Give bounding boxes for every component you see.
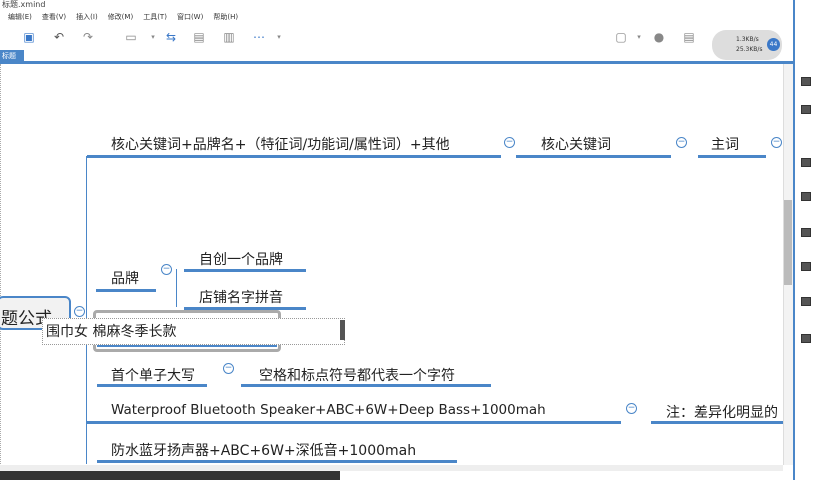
topic-underline xyxy=(97,384,207,387)
summary-icon[interactable]: ▥ xyxy=(222,30,236,44)
comment-icon[interactable] xyxy=(801,297,811,306)
topic-chinese-title[interactable]: 防水蓝牙扬声器+ABC+6W+深低音+1000mah xyxy=(111,440,416,460)
topic-brand[interactable]: 品牌 xyxy=(111,268,139,288)
topic-store-pinyin[interactable]: 店铺名字拼音 xyxy=(199,287,283,307)
topic-underline xyxy=(87,421,621,424)
idea-icon[interactable]: ● xyxy=(652,30,666,44)
topic-underline xyxy=(698,155,766,158)
calendar-icon[interactable] xyxy=(801,262,811,271)
bottom-bar xyxy=(0,471,340,480)
relationship-icon[interactable]: ⇆ xyxy=(164,30,178,44)
topic-underline xyxy=(184,269,306,272)
menu-window[interactable]: 窗口(W) xyxy=(177,12,203,22)
topic-edit-text: 围巾女 棉麻冬季长款 xyxy=(46,324,177,340)
collapse-icon[interactable]: − xyxy=(74,306,85,317)
topic-formula[interactable]: 核心关键词+品牌名+（特征词/功能词/属性词）+其他 xyxy=(111,134,450,154)
topic-underline xyxy=(516,155,671,158)
topic-capitalize[interactable]: 首个单子大写 xyxy=(111,365,195,385)
boundary-icon[interactable]: ▤ xyxy=(192,30,206,44)
menu-modify[interactable]: 修改(M) xyxy=(108,12,134,22)
connector-line xyxy=(176,269,177,307)
collapse-icon[interactable]: − xyxy=(161,264,172,275)
image-icon[interactable] xyxy=(801,158,811,167)
topic-icon[interactable]: ▭ xyxy=(124,30,138,44)
presentation-icon[interactable]: ▢ xyxy=(614,30,628,44)
menu-view[interactable]: 查看(V) xyxy=(42,12,66,22)
topic-english-title[interactable]: Waterproof Bluetooth Speaker+ABC+6W+Deep… xyxy=(111,402,546,418)
collapse-icon[interactable]: − xyxy=(504,137,515,148)
menu-tools[interactable]: 工具(T) xyxy=(143,12,167,22)
download-speed: 25.3KB/s xyxy=(736,46,763,53)
topic-underline xyxy=(97,460,457,463)
tab-label: 标题 xyxy=(2,52,16,60)
resize-handle[interactable] xyxy=(340,320,345,340)
menu-insert[interactable]: 插入(I) xyxy=(76,12,98,22)
upload-speed: 1.3KB/s xyxy=(736,36,759,43)
collapse-icon[interactable]: − xyxy=(626,403,637,414)
scrollbar-thumb[interactable] xyxy=(784,200,792,285)
collapse-icon[interactable]: − xyxy=(223,363,234,374)
topic-underline xyxy=(87,155,501,158)
topic-underline xyxy=(96,289,156,292)
topic-edit-input[interactable]: 围巾女 棉麻冬季长款 xyxy=(42,318,345,345)
outline-icon[interactable]: ▤ xyxy=(682,30,696,44)
toolbar: ▣ ↶ ↷ ▭ ▾ ⇆ ▤ ▥ ⋯ ▾ ▢ ▾ ● ▤ xyxy=(0,24,816,50)
menu-edit[interactable]: 编辑(E) xyxy=(8,12,32,22)
collapse-icon[interactable]: − xyxy=(771,137,782,148)
collapse-icon[interactable]: − xyxy=(676,137,687,148)
save-icon[interactable]: ▣ xyxy=(22,30,36,44)
chart-icon[interactable] xyxy=(801,228,811,237)
flag-icon[interactable] xyxy=(801,192,811,201)
topic-own-brand[interactable]: 自创一个品牌 xyxy=(199,249,283,269)
topic-space-note[interactable]: 空格和标点符号都代表一个字符 xyxy=(259,365,455,385)
topic-underline xyxy=(241,384,491,387)
topic-difference-note[interactable]: 注：差异化明显的 xyxy=(666,402,778,422)
connector-line xyxy=(86,156,87,464)
menu-help[interactable]: 帮助(H) xyxy=(213,12,238,22)
chevron-down-icon[interactable]: ▾ xyxy=(146,30,160,44)
panel-icon[interactable] xyxy=(801,77,811,86)
mindmap-canvas[interactable]: 题公式 − 核心关键词+品牌名+（特征词/功能词/属性词）+其他 − 核心关键词… xyxy=(0,64,784,464)
window-title: 标题.xmind xyxy=(2,0,46,9)
menu-bar: 编辑(E) 查看(V) 插入(I) 修改(M) 工具(T) 窗口(W) 帮助(H… xyxy=(0,9,816,24)
chevron-down-icon[interactable]: ▾ xyxy=(632,30,646,44)
network-speed-widget: 1.3KB/s 25.3KB/s 44 xyxy=(712,30,782,60)
topic-core-keyword[interactable]: 核心关键词 xyxy=(541,134,611,154)
redo-icon[interactable]: ↷ xyxy=(81,30,95,44)
right-panel xyxy=(793,0,816,480)
chevron-down-icon[interactable]: ▾ xyxy=(272,30,286,44)
task-icon[interactable] xyxy=(801,334,811,343)
more-icon[interactable]: ⋯ xyxy=(252,30,266,44)
percent-badge: 44 xyxy=(767,38,780,51)
topic-main-word[interactable]: 主词 xyxy=(711,134,739,154)
panel-icon[interactable] xyxy=(801,105,811,114)
undo-icon[interactable]: ↶ xyxy=(52,30,66,44)
topic-underline xyxy=(651,421,784,424)
